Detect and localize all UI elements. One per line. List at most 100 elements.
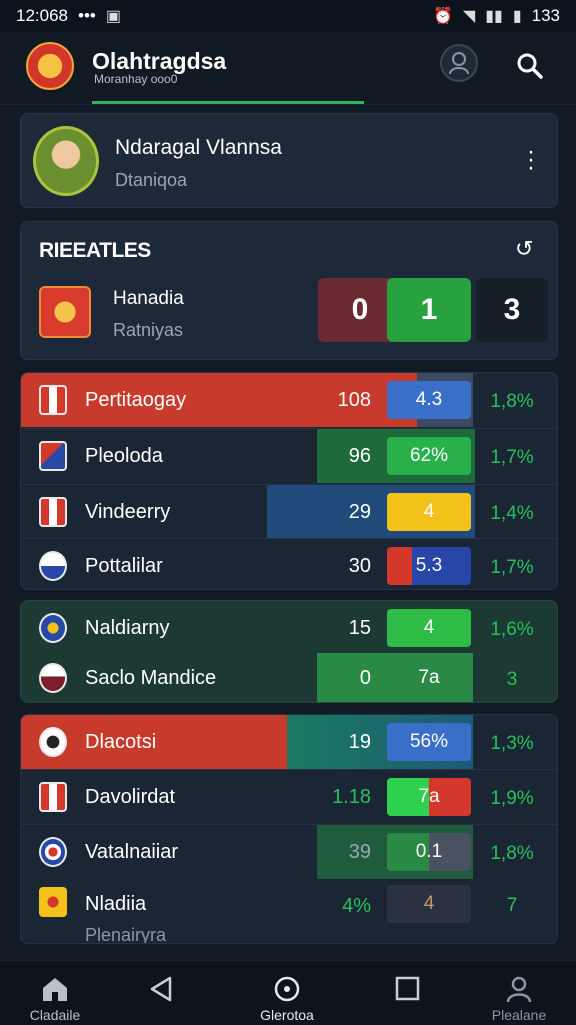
team-pill[interactable]: 62% [387,437,471,475]
results-title: RIEEATLES [39,239,151,262]
app-title: Olahtragdsa [92,48,227,74]
team-pill[interactable]: 56% [387,723,471,761]
team-name: Davolirdat [85,786,176,808]
bottom-nav: Cladaile Glerotoa Plealane [0,960,576,1025]
refresh-icon[interactable]: ↺ [515,236,533,262]
profile-avatar [33,126,99,196]
nav-profile-label: Plealane [491,1007,547,1023]
team-flag-icon [39,441,67,471]
table-row[interactable]: Pottalilar 30 5.3 1,7% [21,539,557,589]
battery-level: 133 [531,6,560,25]
table-row[interactable]: Pertitaogay 108 4.3 1,8% [21,373,557,427]
header-underline [92,101,364,104]
team-percent: 1,9% [490,788,534,809]
status-dots: ••• [78,6,96,25]
nav-home[interactable]: Cladaile [0,961,110,1025]
team-value: 29 [348,501,371,523]
nav-recents[interactable] [352,961,462,1025]
team-subtitle: Ratniyas [113,320,184,340]
app-header: Olahtragdsa Moranhay ooo0 [0,32,576,105]
table-row[interactable]: Naldiarny 15 4 1,6% [21,601,557,655]
team-value: 15 [348,617,371,639]
profile-name: Ndaragal Vlannsa [115,136,282,159]
home-icon [43,978,67,1001]
results-card: RIEEATLES ↺ Hanadia Ratniyas 0 1 3 [20,221,558,360]
status-bar: 12:068 ••• ▣ ⏰ ◥ ▮▮ ▮ 133 [0,0,576,32]
square-icon [395,976,420,1001]
team-footer-subtitle: Plenairyra [85,925,167,944]
score-draw[interactable]: 1 [387,278,471,342]
team-percent: 1,6% [490,619,534,640]
nav-profile[interactable]: Plealane [464,961,574,1025]
compass-icon [274,976,300,1002]
team-pill[interactable]: 5.3 [387,547,471,585]
team-name: Saclo Mandice [85,667,217,689]
alarm-icon: ⏰ [432,8,453,25]
team-pill[interactable]: 7a [387,778,471,816]
nav-compass-label: Glerotoa [260,1007,314,1023]
team-value: 30 [348,555,371,577]
signal-icon: ▮▮ [485,8,503,25]
app-subtitle: Moranhay ooo0 [94,72,178,86]
team-percent: 1,7% [490,447,534,468]
standings-group-2: Naldiarny 15 4 1,6% Saclo Mandice 0 7a 3 [20,600,558,703]
account-icon [449,52,469,75]
team-crest [39,286,91,338]
app-logo[interactable] [26,42,74,90]
nav-back[interactable] [106,961,216,1025]
team-percent: 1,7% [490,557,534,578]
team-pill[interactable]: 0.1 [387,833,471,871]
table-row[interactable]: Vindeerry 29 4 1,4% [21,485,557,539]
team-value: 39 [348,841,371,863]
team-pill[interactable]: 4 [387,493,471,531]
team-percent: 1,4% [490,503,534,524]
nav-home-label: Cladaile [29,1007,81,1023]
back-icon [150,976,172,1002]
team-flag-icon [39,551,67,581]
score-away[interactable]: 3 [476,278,548,342]
profile-subtitle: Dtaniqoa [115,170,188,190]
team-value: 19 [348,731,371,753]
profile-card[interactable]: Ndaragal Vlannsa Dtaniqoa · · · [20,113,558,208]
team-pill[interactable]: 4 [387,609,471,647]
table-row[interactable]: Dlacotsi 19 56% 1,3% [21,715,557,769]
team-value: 1.18 [332,786,371,808]
team-flag-icon [39,385,67,415]
team-name: Nladiia [85,893,147,915]
account-button[interactable] [440,44,478,82]
team-name: Pleoloda [85,445,163,467]
table-row[interactable]: Saclo Mandice 0 7a 3 [21,653,557,702]
team-percent: 1,8% [490,391,534,412]
team-flag-icon [39,782,67,812]
table-row[interactable]: Nladiia Plenairyra 4% 4 7 [21,877,557,943]
team-percent: 7 [506,895,518,916]
standings-group-1: Pertitaogay 108 4.3 1,8% Pleoloda 96 62%… [20,372,558,590]
search-icon [517,53,543,79]
team-pill[interactable]: 7a [387,659,471,697]
team-flag-icon [39,613,67,643]
table-row[interactable]: Vatalnaiiar 39 0.1 1,8% [21,825,557,879]
nav-compass[interactable]: Glerotoa [232,961,342,1025]
table-row[interactable]: Davolirdat 1.18 7a 1,9% [21,770,557,824]
team-pill[interactable]: 4.3 [387,381,471,419]
more-options-icon[interactable]: · · · [527,140,535,180]
notification-icon: ▣ [105,8,121,25]
team-name: Dlacotsi [85,731,157,753]
table-row[interactable]: Pleoloda 96 62% 1,7% [21,429,557,483]
team-pill[interactable]: 4 [387,885,471,923]
battery-icon: ▮ [512,8,522,25]
team-value: 4% [342,895,371,917]
team-percent: 1,3% [490,733,534,754]
search-button[interactable] [516,52,544,85]
team-flag-icon [39,497,67,527]
team-name: Pottalilar [85,555,163,577]
team-name: Vindeerry [85,501,171,523]
team-flag-icon [39,837,67,867]
team-flag-icon [39,887,67,917]
team-value: 96 [348,445,371,467]
team-name: Hanadia [113,288,184,309]
team-flag-icon [39,727,67,757]
team-name: Naldiarny [85,617,170,639]
standings-group-3: Dlacotsi 19 56% 1,3% Davolirdat 1.18 7a … [20,714,558,944]
team-value: 108 [337,389,371,411]
